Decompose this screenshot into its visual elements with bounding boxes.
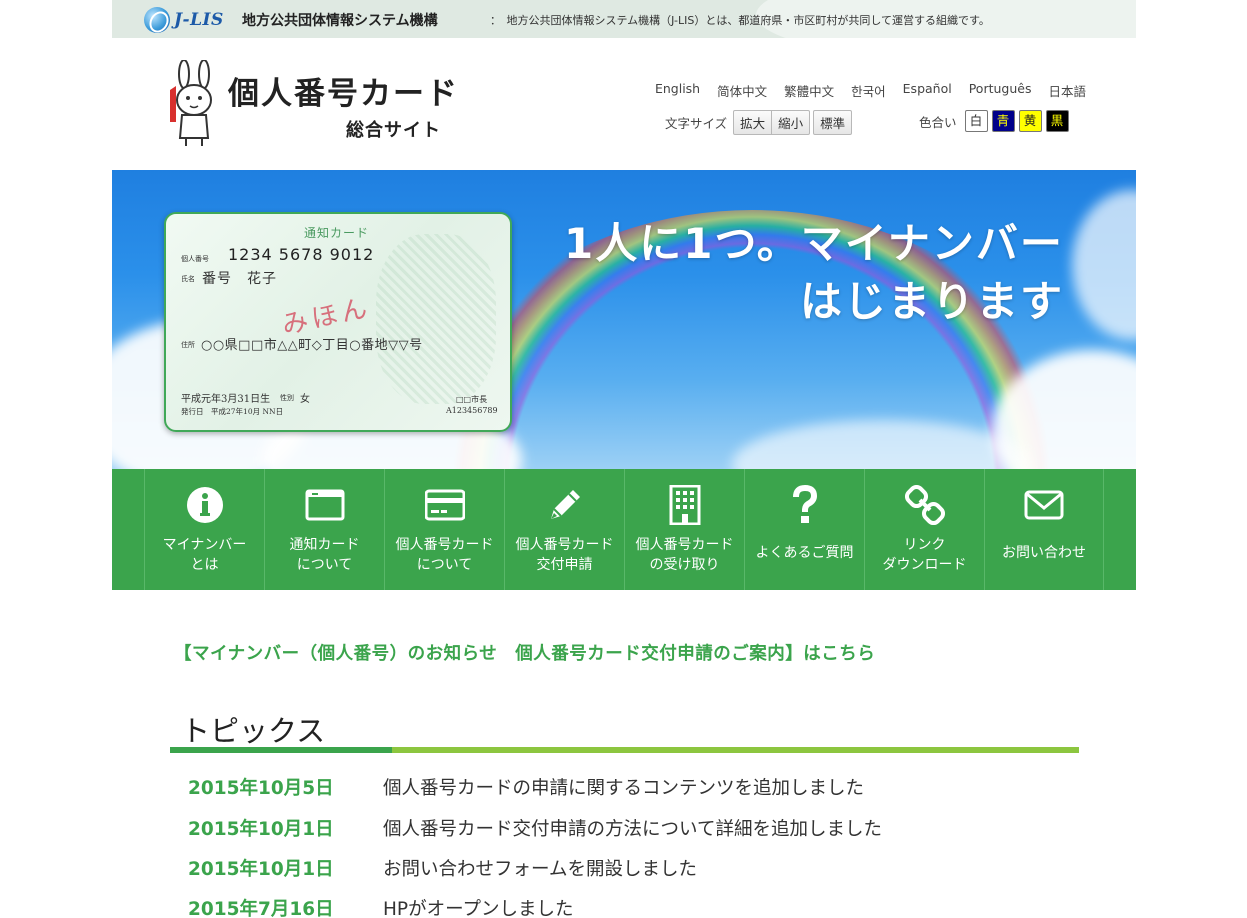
nav-item-label: 通知カード について xyxy=(289,537,360,573)
card-pattern xyxy=(376,234,496,404)
card-name: 番号 花子 xyxy=(202,271,277,287)
lang-japanese[interactable]: 日本語 xyxy=(1048,81,1086,100)
card-address: ○○県□□市△△町◇丁目○番地▽▽号 xyxy=(201,338,423,353)
color-scheme-controls: 色合い 白 青 黄 黒 xyxy=(919,110,1069,132)
language-switcher: English 简体中文 繁體中文 한국어 Español Português … xyxy=(638,81,1086,100)
text-enlarge-button[interactable]: 拡大 xyxy=(733,110,773,135)
topic-row: 2015年10月1日 お問い合わせフォームを開設しました xyxy=(188,855,697,881)
hero-headline-line2: はじまります xyxy=(800,277,1065,326)
topic-row: 2015年10月1日 個人番号カード交付申請の方法について詳細を追加しました xyxy=(188,815,882,841)
lang-english[interactable]: English xyxy=(655,81,700,100)
lang-traditional-chinese[interactable]: 繁體中文 xyxy=(784,81,834,100)
card-number: 1234 5678 9012 xyxy=(228,245,375,264)
nav-item-label: リンク ダウンロード xyxy=(882,537,967,573)
nav-item-label: よくあるご質問 xyxy=(755,545,854,561)
nav-item-card-pickup[interactable]: 個人番号カード の受け取り xyxy=(624,469,744,590)
question-icon xyxy=(792,485,817,523)
site-subtitle: 総合サイト xyxy=(346,120,441,141)
card-issuer: □□市長 xyxy=(456,395,488,404)
jlis-logo[interactable]: J-LIS xyxy=(144,7,224,33)
jlis-mark-icon xyxy=(144,7,170,33)
color-scheme-label: 色合い xyxy=(919,114,957,130)
lang-simplified-chinese[interactable]: 简体中文 xyxy=(717,81,767,100)
lang-spanish[interactable]: Español xyxy=(903,81,952,100)
nav-item-label: マイナンバー とは xyxy=(162,537,247,573)
hero-banner: 1人に1つ。マイナンバー はじまります 通知カード 個人番号 1234 5678… xyxy=(112,170,1136,469)
color-yellow-button[interactable]: 黄 xyxy=(1018,110,1042,132)
pencil-icon xyxy=(550,490,580,519)
color-black-button[interactable]: 黒 xyxy=(1045,110,1069,132)
nav-item-mynumber-card[interactable]: 個人番号カード について xyxy=(384,469,504,590)
nav-item-about-mynumber[interactable]: マイナンバー とは xyxy=(144,469,264,590)
nav-item-label: 個人番号カード 交付申請 xyxy=(515,537,614,573)
card-number-label: 個人番号 xyxy=(181,255,209,263)
topic-link[interactable]: お問い合わせフォームを開設しました xyxy=(383,855,697,881)
color-blue-button[interactable]: 青 xyxy=(991,110,1015,132)
nav-item-card-application[interactable]: 個人番号カード 交付申請 xyxy=(504,469,624,590)
color-white-button[interactable]: 白 xyxy=(964,110,988,132)
mynumber-mascot-icon[interactable] xyxy=(162,60,230,146)
card-outline-icon xyxy=(305,489,344,521)
card-gender: 女 xyxy=(300,394,310,405)
site-header: 個人番号カード 総合サイト English 简体中文 繁體中文 한국어 Espa… xyxy=(112,38,1136,170)
topic-date: 2015年7月16日 xyxy=(188,899,334,918)
info-icon xyxy=(186,487,223,523)
org-name: 地方公共団体情報システム機構 xyxy=(242,13,438,29)
card-title: 通知カード xyxy=(304,226,370,240)
card-birthdate: 平成元年3月31日生 xyxy=(181,394,271,405)
nav-item-links-downloads[interactable]: リンク ダウンロード xyxy=(864,469,984,590)
topic-date: 2015年10月1日 xyxy=(188,819,334,840)
topic-link[interactable]: 個人番号カードの申請に関するコンテンツを追加しました xyxy=(383,774,864,800)
text-standard-button[interactable]: 標準 xyxy=(813,110,853,135)
topic-link[interactable]: 個人番号カード交付申請の方法について詳細を追加しました xyxy=(383,815,882,841)
nav-item-contact[interactable]: お問い合わせ xyxy=(984,469,1104,590)
topics-heading: トピックス xyxy=(181,714,326,748)
nav-item-faq[interactable]: よくあるご質問 xyxy=(744,469,864,590)
notification-card-sample: 通知カード 個人番号 1234 5678 9012 氏名 番号 花子 みほん 住… xyxy=(164,212,512,432)
topic-link[interactable]: HPがオープンしました xyxy=(383,895,573,918)
topic-row: 2015年7月16日 HPがオープンしました xyxy=(188,895,573,918)
nav-item-label: お問い合わせ xyxy=(1002,545,1086,561)
site-title[interactable]: 個人番号カード xyxy=(228,68,459,113)
org-description: ： 地方公共団体情報システム機構（J-LIS）とは、都道府県・市区町村が共同して… xyxy=(490,14,990,27)
nav-item-notification-card[interactable]: 通知カード について xyxy=(264,469,384,590)
main-navigation: マイナンバー とは 通知カード について 個人番号カード について 個人番号カー… xyxy=(112,469,1136,590)
nav-item-label: 個人番号カード について xyxy=(395,537,494,573)
credit-card-icon xyxy=(424,489,465,521)
topic-date: 2015年10月5日 xyxy=(188,778,334,799)
jlis-bar: J-LIS 地方公共団体情報システム機構 ： 地方公共団体情報システム機構（J-… xyxy=(112,0,1136,38)
topic-date: 2015年10月1日 xyxy=(188,859,334,880)
card-issue-date: 発行日 平成27年10月 NN日 xyxy=(181,407,284,416)
link-icon xyxy=(904,485,945,525)
card-address-label: 住所 xyxy=(181,341,195,349)
cloud-shape xyxy=(1072,190,1136,340)
envelope-icon xyxy=(1024,490,1064,520)
lang-portuguese[interactable]: Português xyxy=(969,81,1032,100)
topics-divider xyxy=(170,747,1079,753)
jlis-logo-text: J-LIS xyxy=(174,10,224,30)
card-name-label: 氏名 xyxy=(181,275,195,283)
text-size-label: 文字サイズ xyxy=(665,116,728,131)
topic-row: 2015年10月5日 個人番号カードの申請に関するコンテンツを追加しました xyxy=(188,774,864,800)
nav-item-label: 個人番号カード の受け取り xyxy=(635,537,734,573)
lang-korean[interactable]: 한국어 xyxy=(851,81,886,100)
text-size-controls: 文字サイズ 拡大 縮小 標準 xyxy=(665,110,853,135)
application-guide-link[interactable]: 【マイナンバー（個人番号）のお知らせ 個人番号カード交付申請のご案内】はこちら xyxy=(174,640,875,665)
card-id: A123456789 xyxy=(446,406,498,415)
hero-headline-line1: 1人に1つ。マイナンバー xyxy=(564,219,1064,268)
card-gender-label: 性別 xyxy=(280,394,294,402)
building-icon xyxy=(669,485,700,525)
text-shrink-button[interactable]: 縮小 xyxy=(772,110,811,135)
topics-divider-accent xyxy=(170,747,392,753)
